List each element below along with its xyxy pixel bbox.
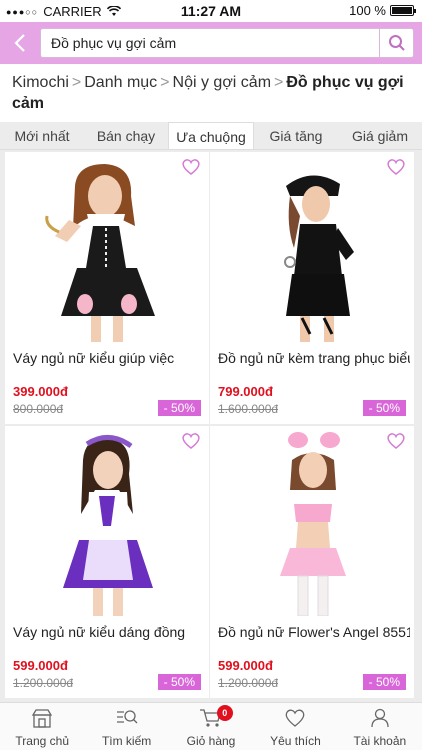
tab-popular[interactable]: Ưa chuộng [168,122,254,149]
nav-favorites[interactable]: Yêu thích [253,703,337,750]
discount-badge: - 50% [362,674,406,690]
product-old-price: 1.600.000đ [218,402,279,416]
product-card[interactable]: Đồ ngủ nữ kèm trang phục biểu 799.000đ 1… [210,152,414,424]
tab-price-ascending[interactable]: Giá tăng [254,122,338,149]
back-arrow-icon[interactable] [8,30,34,56]
battery-percent: 100 % [349,3,386,18]
product-name[interactable]: Đồ ngủ nữ Flower's Angel 8551 [218,624,410,640]
search-button[interactable] [379,29,413,57]
battery-icon [390,5,416,16]
product-image [15,156,199,342]
product-price: 599.000đ [13,658,68,673]
breadcrumb-item[interactable]: Danh mục [84,74,157,91]
product-image [220,430,404,616]
nav-cart[interactable]: 0 Giỏ hàng [169,703,253,750]
nav-search-label: Tìm kiếm [101,734,152,748]
sort-tabs: Mới nhất Bán chạy Ưa chuộng Giá tăng Giá… [0,122,422,150]
nav-account[interactable]: Tài khoản [338,703,422,750]
breadcrumb-item[interactable]: Nội y gợi cảm [173,74,272,91]
product-old-price: 1.200.000đ [13,676,74,690]
search-input[interactable] [51,29,371,57]
search-list-icon [116,710,138,724]
search-icon [388,35,405,51]
nav-cart-label: Giỏ hàng [186,734,236,748]
user-icon [371,708,389,728]
tab-price-descending[interactable]: Giá giảm [338,122,422,149]
favorite-heart-icon[interactable] [181,432,201,450]
product-card[interactable]: Đồ ngủ nữ Flower's Angel 8551 599.000đ 1… [210,426,414,698]
nav-search[interactable]: Tìm kiếm [84,703,168,750]
tab-newest[interactable]: Mới nhất [0,122,84,149]
product-image [15,430,199,616]
product-old-price: 1.200.000đ [218,676,279,690]
breadcrumb-separator: > [160,74,170,91]
discount-badge: - 50% [157,674,201,690]
breadcrumb-separator: > [274,74,284,91]
favorite-heart-icon[interactable] [386,158,406,176]
status-bar: ●●●○○ CARRIER 11:27 AM 100 % [0,0,422,22]
nav-home-label: Trang chủ [15,734,69,748]
nav-home[interactable]: Trang chủ [0,703,84,750]
cart-count-badge: 0 [216,705,233,721]
discount-badge: - 50% [157,400,201,416]
search-box [40,28,414,58]
breadcrumb: Kimochi > Danh mục > Nội y gợi cảm > Đồ phục v… [0,64,422,122]
product-price: 599.000đ [218,658,273,673]
shop-icon [32,709,53,728]
product-name[interactable]: Váy ngủ nữ kiểu giúp việc [13,350,205,366]
discount-badge: - 50% [362,400,406,416]
product-card[interactable]: Váy ngủ nữ kiểu dáng đồng 599.000đ 1.200… [5,426,209,698]
product-price: 799.000đ [218,384,273,399]
favorite-heart-icon[interactable] [386,432,406,450]
heart-icon [285,709,305,727]
product-price: 399.000đ [13,384,68,399]
breadcrumb-item[interactable]: Kimochi [12,74,69,91]
nav-account-label: Tài khoản [353,734,407,748]
search-header [0,22,422,64]
product-image [220,156,404,342]
product-name[interactable]: Váy ngủ nữ kiểu dáng đồng [13,624,205,640]
product-old-price: 800.000đ [13,402,64,416]
product-grid: Váy ngủ nữ kiểu giúp việc 399.000đ 800.0… [0,150,422,702]
product-card[interactable]: Váy ngủ nữ kiểu giúp việc 399.000đ 800.0… [5,152,209,424]
product-name[interactable]: Đồ ngủ nữ kèm trang phục biểu [218,350,410,366]
favorite-heart-icon[interactable] [181,158,201,176]
nav-favorites-label: Yêu thích [270,734,321,748]
bottom-nav: Trang chủ Tìm kiếm 0 Giỏ hàng Yêu thích … [0,702,422,750]
breadcrumb-separator: > [71,74,82,91]
tab-best-selling[interactable]: Bán chạy [84,122,168,149]
